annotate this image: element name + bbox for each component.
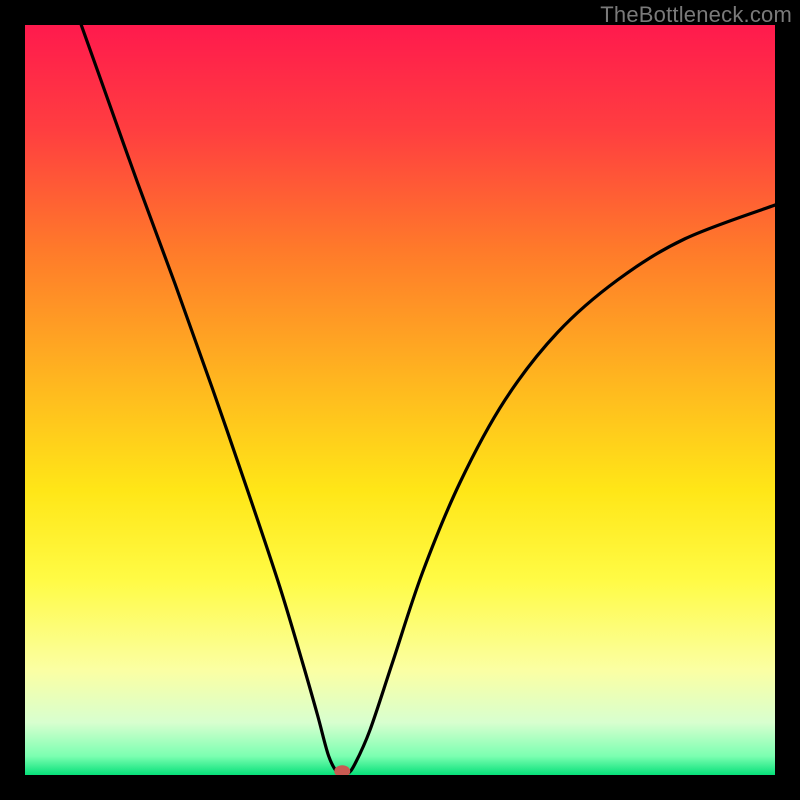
chart-frame: TheBottleneck.com [0,0,800,800]
chart-svg [25,25,775,775]
plot-area [25,25,775,775]
chart-background [25,25,775,775]
